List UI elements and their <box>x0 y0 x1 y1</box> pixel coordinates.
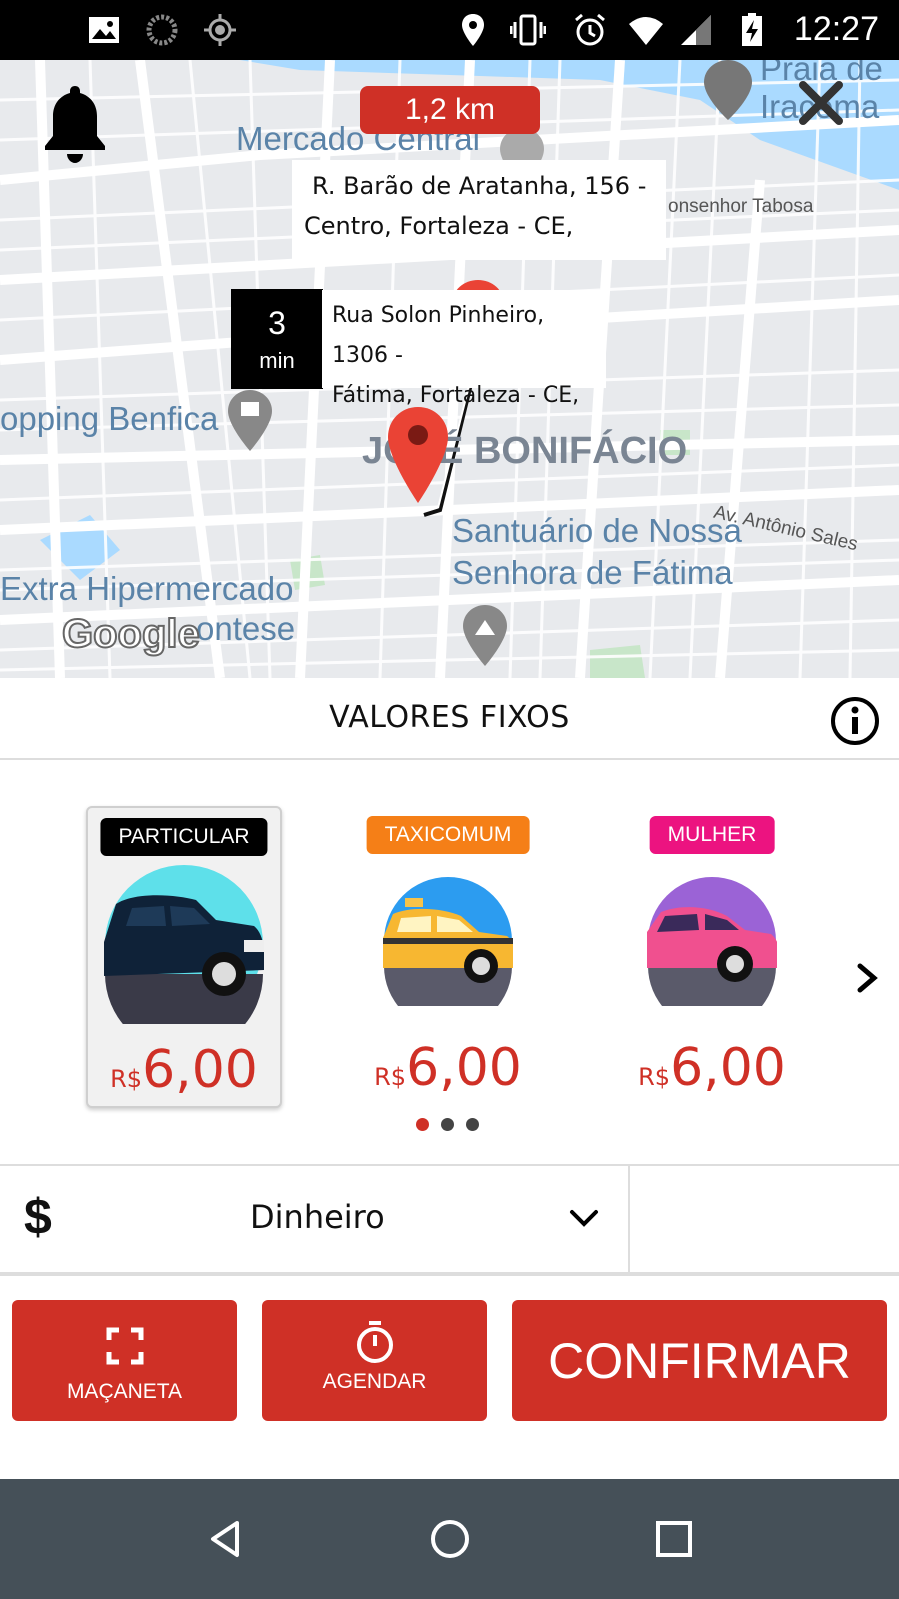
origin-pin-icon <box>388 407 448 503</box>
back-icon[interactable] <box>203 1517 247 1561</box>
category-card-particular[interactable]: PARTICULAR R$6,00 <box>86 806 282 1108</box>
eta-box: 3 min <box>231 289 323 389</box>
currency-symbol: R$ <box>638 1063 671 1091</box>
recents-icon[interactable] <box>652 1517 696 1561</box>
women-car-icon <box>647 877 777 1006</box>
pagination-dot[interactable] <box>441 1118 454 1131</box>
close-icon[interactable] <box>798 80 844 126</box>
stopwatch-icon <box>356 1321 393 1363</box>
dollar-icon: $ <box>24 1189 52 1245</box>
pagination-dot[interactable] <box>466 1118 479 1131</box>
schedule-label: AGENDAR <box>322 1370 427 1393</box>
origin-address-line-2: Fátima, Fortaleza - CE, <box>332 383 580 408</box>
handle-label: MAÇANETA <box>66 1380 183 1403</box>
origin-address-card[interactable]: Rua Solon Pinheiro, 1306 - Fátima, Forta… <box>322 290 606 408</box>
eta-unit: min <box>259 348 295 373</box>
distance-badge: 1,2 km <box>360 86 540 134</box>
private-car-icon <box>104 865 264 1024</box>
vibrate-icon <box>510 14 546 46</box>
destination-address-card[interactable]: R. Barão de Aratanha, 156 - Centro, Fort… <box>292 160 666 260</box>
eta-value: 3 <box>268 305 286 341</box>
category-price: R$6,00 <box>614 1038 810 1098</box>
battery-charging-icon <box>742 13 762 46</box>
alarm-icon <box>575 13 605 46</box>
category-label: MULHER <box>649 816 775 854</box>
price-value: 6,00 <box>406 1038 522 1098</box>
confirm-label: CONFIRMAR <box>548 1333 851 1389</box>
clock: 12:27 <box>793 10 879 48</box>
price-value: 6,00 <box>670 1038 786 1098</box>
divider <box>628 1166 630 1274</box>
location-icon <box>462 14 484 46</box>
category-card-mulher[interactable]: MULHER R$6,00 <box>614 806 810 1108</box>
signal-icon <box>681 15 711 45</box>
chevron-down-icon[interactable] <box>568 1202 600 1234</box>
fullscreen-icon <box>106 1327 143 1365</box>
taxi-car-icon <box>383 877 513 1006</box>
confirm-button[interactable]: CONFIRMAR <box>512 1300 887 1421</box>
handle-button[interactable]: MAÇANETA <box>12 1300 237 1421</box>
google-logo: Google <box>61 611 201 657</box>
pagination-dots <box>416 1116 491 1135</box>
pagination-dot-active[interactable] <box>416 1118 429 1131</box>
destination-address-line-1: R. Barão de Aratanha, 156 - <box>312 172 647 200</box>
map-label-santuario-2: Senhora de Fátima <box>452 554 733 591</box>
gps-icon <box>204 14 236 46</box>
status-bar: 12:27 <box>0 0 899 60</box>
category-price: R$6,00 <box>88 1040 280 1100</box>
sync-icon <box>146 14 178 46</box>
payment-method-selector[interactable]: $ Dinheiro <box>0 1164 899 1276</box>
image-icon <box>89 17 119 43</box>
map-label-santuario-1: Santuário de Nossa <box>452 512 742 549</box>
payment-method-value: Dinheiro <box>250 1198 385 1236</box>
schedule-button[interactable]: AGENDAR <box>262 1300 487 1421</box>
map-label-monsenhor: onsenhor Tabosa <box>668 196 814 217</box>
map-label-montese: ontese <box>196 610 296 647</box>
home-icon[interactable] <box>428 1517 472 1561</box>
fare-header: VALORES FIXOS <box>0 678 899 760</box>
fare-title: VALORES FIXOS <box>329 700 570 735</box>
map-label-shopping: opping Benfica <box>0 400 219 437</box>
category-label: TAXICOMUM <box>366 816 530 854</box>
category-card-taxicomum[interactable]: TAXICOMUM R$6,00 <box>350 806 546 1108</box>
category-label: PARTICULAR <box>100 818 268 856</box>
navigation-bar <box>0 1479 899 1599</box>
destination-address-line-2: Centro, Fortaleza - CE, <box>304 212 574 240</box>
currency-symbol: R$ <box>110 1065 143 1093</box>
info-icon[interactable] <box>830 696 880 746</box>
currency-symbol: R$ <box>374 1063 407 1091</box>
notification-bell-icon[interactable] <box>40 82 110 164</box>
category-carousel[interactable]: PARTICULAR R$6,00 TAXICOMUM R$6,00 MULHE… <box>0 762 899 1162</box>
chevron-right-icon[interactable] <box>852 960 882 996</box>
price-value: 6,00 <box>142 1040 258 1100</box>
map-label-extra: Extra Hipermercado <box>0 570 294 607</box>
wifi-icon <box>629 17 663 45</box>
category-price: R$6,00 <box>350 1038 546 1098</box>
origin-address-line-1: Rua Solon Pinheiro, 1306 - <box>332 303 545 368</box>
